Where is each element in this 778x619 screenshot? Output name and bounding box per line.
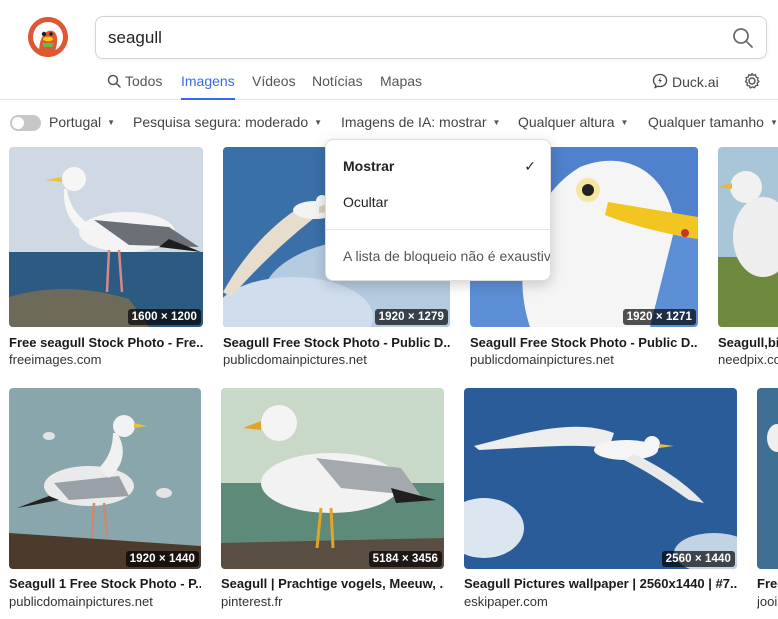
- image-dimensions: 1920 × 1279: [374, 309, 448, 325]
- image-thumbnail[interactable]: [718, 147, 778, 327]
- option-show[interactable]: Mostrar: [343, 158, 394, 174]
- image-title[interactable]: Seagull 1 Free Stock Photo - P...: [9, 576, 201, 591]
- image-title[interactable]: Seagull Free Stock Photo - Public D...: [223, 335, 450, 350]
- tab-images[interactable]: Imagens: [181, 73, 235, 100]
- image-dimensions: 2560 × 1440: [661, 551, 735, 567]
- tab-maps[interactable]: Mapas: [380, 73, 422, 100]
- image-source[interactable]: pinterest.fr: [221, 594, 444, 609]
- size-filter[interactable]: Qualquer tamanho ▼: [648, 114, 778, 130]
- toggle-knob: [12, 117, 24, 129]
- tab-videos[interactable]: Vídeos: [252, 73, 296, 100]
- tab-videos-label: Vídeos: [252, 73, 296, 89]
- image-thumbnail[interactable]: 1920 × 1440: [9, 388, 201, 569]
- image-result[interactable]: 2560 × 1440 Seagull Pictures wallpaper |…: [464, 388, 737, 610]
- dropdown-divider: [326, 229, 550, 230]
- ai-images-filter[interactable]: Imagens de IA: mostrar ▼: [341, 114, 500, 130]
- image-dimensions: 5184 × 3456: [368, 551, 442, 567]
- tab-all[interactable]: Todos: [107, 73, 162, 100]
- blocklist-note: A lista de bloqueio não é exaustiva: [343, 248, 551, 264]
- region-label: Portugal: [49, 114, 102, 130]
- image-result[interactable]: 1600 × 1200 Free seagull Stock Photo - F…: [9, 147, 203, 367]
- caret-down-icon: ▼: [769, 118, 778, 127]
- image-source[interactable]: jooi: [757, 594, 778, 609]
- image-dimensions: 1920 × 1440: [125, 551, 199, 567]
- image-source[interactable]: publicdomainpictures.net: [470, 352, 698, 367]
- image-thumbnail[interactable]: 5184 × 3456: [221, 388, 444, 569]
- duckai-label: Duck.ai: [672, 74, 719, 90]
- checkmark-icon: ✓: [524, 158, 536, 174]
- search-icon: [107, 74, 121, 88]
- image-source[interactable]: eskipaper.com: [464, 594, 737, 609]
- region-filter[interactable]: Portugal ▼: [49, 114, 115, 130]
- search-icon[interactable]: [732, 27, 754, 49]
- tab-news-label: Notícias: [312, 73, 363, 89]
- caret-down-icon: ▼: [620, 118, 629, 127]
- ai-images-label: Imagens de IA: mostrar: [341, 114, 487, 130]
- image-source[interactable]: publicdomainpictures.net: [9, 594, 201, 609]
- image-title[interactable]: Seagull Free Stock Photo - Public D...: [470, 335, 698, 350]
- caret-down-icon: ▼: [492, 118, 501, 127]
- region-toggle[interactable]: [10, 115, 41, 131]
- caret-down-icon: ▼: [314, 118, 323, 127]
- height-label: Qualquer altura: [518, 114, 615, 130]
- image-thumbnail[interactable]: [757, 388, 778, 569]
- search-input[interactable]: [108, 17, 718, 58]
- gear-icon[interactable]: [743, 72, 761, 90]
- image-result[interactable]: Seagull,bir needpix.co: [718, 147, 778, 367]
- ai-images-dropdown: Mostrar ✓ Ocultar A lista de bloqueio nã…: [325, 139, 551, 281]
- size-label: Qualquer tamanho: [648, 114, 764, 130]
- image-thumbnail[interactable]: 1600 × 1200: [9, 147, 203, 327]
- image-title[interactable]: Seagull Pictures wallpaper | 2560x1440 |…: [464, 576, 737, 591]
- image-result[interactable]: 1920 × 1440 Seagull 1 Free Stock Photo -…: [9, 388, 201, 610]
- caret-down-icon: ▼: [107, 118, 116, 127]
- image-title[interactable]: Free seagull Stock Photo - Fre...: [9, 335, 203, 350]
- safe-search-filter[interactable]: Pesquisa segura: moderado ▼: [133, 114, 322, 130]
- image-source[interactable]: publicdomainpictures.net: [223, 352, 450, 367]
- tab-maps-label: Mapas: [380, 73, 423, 89]
- option-hide[interactable]: Ocultar: [343, 194, 388, 210]
- duckai-button[interactable]: Duck.ai: [652, 73, 719, 90]
- search-box[interactable]: [95, 16, 767, 59]
- duckai-icon: [652, 73, 668, 89]
- image-title[interactable]: Seagull,bir: [718, 335, 778, 350]
- search-tabs: Todos Imagens Vídeos Notícias Mapas Duck…: [0, 60, 778, 100]
- tab-all-label: Todos: [125, 73, 163, 89]
- safe-search-label: Pesquisa segura: moderado: [133, 114, 309, 130]
- duckduckgo-logo[interactable]: [28, 17, 68, 57]
- image-source[interactable]: needpix.co: [718, 352, 778, 367]
- image-result[interactable]: Free jooi: [757, 388, 778, 610]
- image-title[interactable]: Seagull | Prachtige vogels, Meeuw, ...: [221, 576, 444, 591]
- image-dimensions: 1600 × 1200: [127, 309, 201, 325]
- image-title[interactable]: Free: [757, 576, 778, 591]
- image-source[interactable]: freeimages.com: [9, 352, 203, 367]
- height-filter[interactable]: Qualquer altura ▼: [518, 114, 628, 130]
- filter-bar: Portugal ▼ Pesquisa segura: moderado ▼ Ima…: [0, 104, 778, 140]
- image-dimensions: 1920 × 1271: [622, 309, 696, 325]
- tab-images-label: Imagens: [181, 73, 235, 89]
- image-result[interactable]: 5184 × 3456 Seagull | Prachtige vogels, …: [221, 388, 444, 610]
- image-thumbnail[interactable]: 2560 × 1440: [464, 388, 737, 569]
- tab-news[interactable]: Notícias: [312, 73, 363, 100]
